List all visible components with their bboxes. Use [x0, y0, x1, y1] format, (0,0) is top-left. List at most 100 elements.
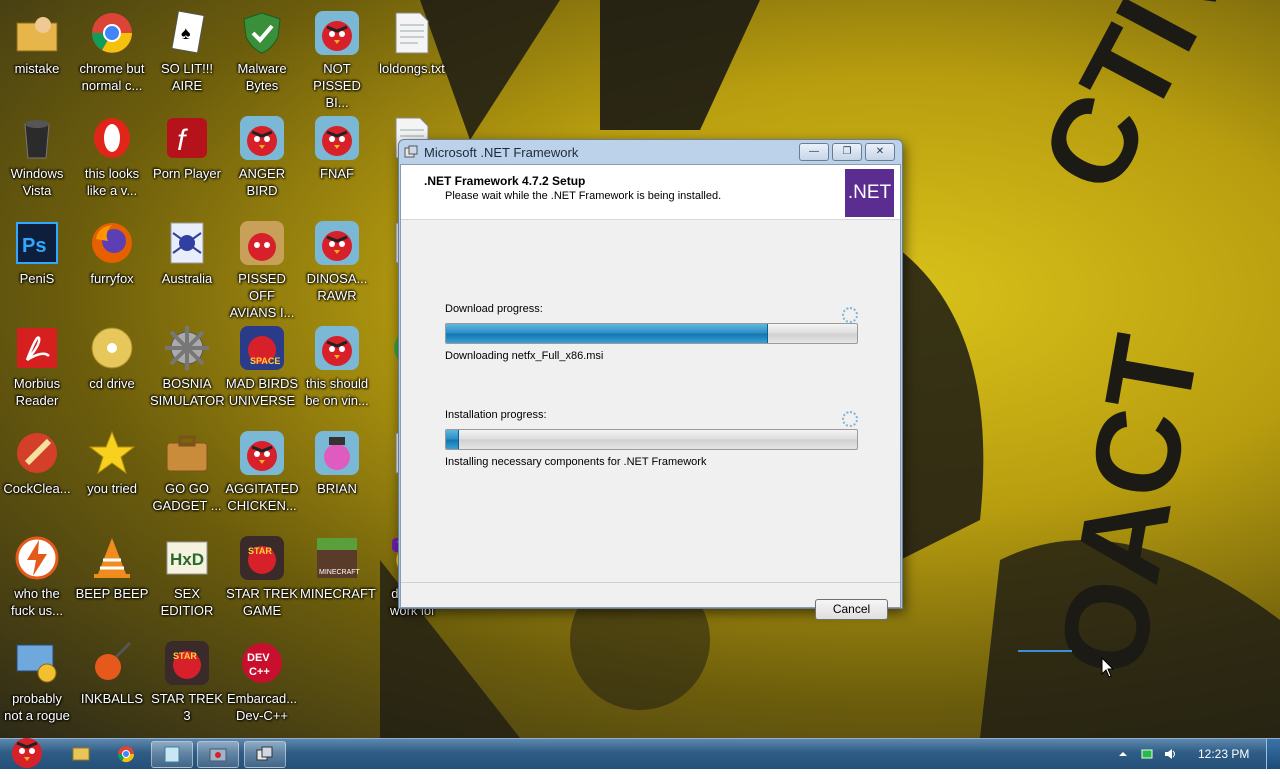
cards-icon: ♠: [163, 9, 211, 57]
desktop-icon-label: ANGER BIRD: [238, 166, 286, 198]
desktop-icon[interactable]: PISSED OFF AVIANS I...: [225, 215, 299, 321]
desktop-icon-label: AGGITATED CHICKEN...: [225, 481, 299, 513]
download-status: Downloading netfx_Full_x86.msi: [445, 350, 604, 362]
desktop-icon-label: NOT PISSED BI...: [313, 61, 361, 110]
ccleaner-icon: [13, 429, 61, 477]
desktop-icon[interactable]: INKBALLS: [75, 635, 149, 707]
desktop-icon[interactable]: GO GO GADGET ...: [150, 425, 224, 514]
recycle-bin-icon: [13, 114, 61, 162]
desktop-icon-label: Australia: [161, 271, 213, 286]
desktop-icon[interactable]: STAR STAR TREK GAME: [225, 530, 299, 619]
taskbar: 12:23 PM: [0, 738, 1280, 769]
desktop[interactable]: CTIVE OACT mistake chrome but normal c...…: [0, 0, 1280, 738]
star-icon: [88, 429, 136, 477]
angry-bird-seasons-icon: [238, 219, 286, 267]
taskbar-angry-birds[interactable]: [197, 741, 239, 768]
taskbar-notepad[interactable]: [151, 741, 193, 768]
window-client-area: .NET Framework 4.7.2 Setup Please wait w…: [400, 164, 901, 620]
window-titlebar[interactable]: Microsoft .NET Framework — ❐ ✕: [399, 140, 902, 164]
minecraft-icon: MINECRAFT: [313, 534, 361, 582]
desktop-icon[interactable]: DEV C++ Embarcad... Dev-C++: [225, 635, 299, 724]
taskbar-explorer[interactable]: [61, 741, 101, 766]
desktop-icon[interactable]: STAR STAR TREK 3: [150, 635, 224, 724]
gear-ball-icon: [163, 324, 211, 372]
desktop-icon[interactable]: you tried: [75, 425, 149, 497]
start-angry-bird-icon: [12, 738, 42, 768]
desktop-icon[interactable]: this looks like a v...: [75, 110, 149, 199]
inkball-icon: [88, 639, 136, 687]
minimize-button[interactable]: —: [799, 143, 829, 161]
desktop-icon[interactable]: FNAF: [300, 110, 374, 182]
desktop-icon[interactable]: NOT PISSED BI...: [300, 5, 374, 111]
desktop-icon-label: MINECRAFT: [300, 586, 376, 601]
desktop-icon[interactable]: BRIAN: [300, 425, 374, 497]
desktop-icon-label: chrome but normal c...: [79, 61, 145, 93]
download-spinner-icon: [842, 307, 858, 323]
install-spinner-icon: [842, 411, 858, 427]
desktop-icon[interactable]: DINOSA... RAWR: [300, 215, 374, 304]
taskbar-dotnet-setup[interactable]: [244, 741, 286, 768]
close-button[interactable]: ✕: [865, 143, 895, 161]
download-progress-bar: [445, 323, 858, 344]
svg-text:♠: ♠: [181, 23, 191, 43]
desktop-icon[interactable]: HxD SEX EDITIOR: [150, 530, 224, 619]
desktop-icon[interactable]: CockClea...: [0, 425, 74, 497]
desktop-icon[interactable]: f Porn Player: [150, 110, 224, 182]
photoshop-icon: Ps: [13, 219, 61, 267]
desktop-icon[interactable]: BEEP BEEP: [75, 530, 149, 602]
desktop-icon-label: PeniS: [19, 271, 55, 286]
desktop-icon[interactable]: this should be on vin...: [300, 320, 374, 409]
maximize-button[interactable]: ❐: [832, 143, 862, 161]
desktop-icon-label: who the fuck us...: [10, 586, 64, 618]
volume-icon[interactable]: [1163, 747, 1177, 761]
show-desktop-button[interactable]: [1266, 739, 1280, 769]
desktop-icon[interactable]: chrome but normal c...: [75, 5, 149, 94]
taskbar-clock[interactable]: 12:23 PM: [1198, 747, 1249, 761]
dotnet-setup-window[interactable]: Microsoft .NET Framework — ❐ ✕ .NET Fram…: [398, 139, 903, 620]
desktop-icon-label: CockClea...: [3, 481, 71, 496]
angry-bird-starwars-icon: STAR: [238, 534, 286, 582]
user-folder-icon: [13, 9, 61, 57]
desktop-icon[interactable]: loldongs.txt: [375, 5, 449, 77]
desktop-icon-label: mistake: [14, 61, 60, 76]
desktop-icon[interactable]: BOSNIA SIMULATOR: [150, 320, 225, 409]
angry-bird-icon: [313, 114, 361, 162]
svg-text:CTIVE: CTIVE: [1015, 0, 1280, 212]
desktop-icon-label: cd drive: [89, 376, 135, 391]
svg-text:MINECRAFT: MINECRAFT: [319, 569, 361, 576]
desktop-icon[interactable]: ♠ SO LIT!!! AIRE: [150, 5, 224, 94]
desktop-icon-label: GO GO GADGET ...: [152, 481, 222, 513]
desktop-icon[interactable]: cd drive: [75, 320, 149, 392]
desktop-icon[interactable]: Ps PeniS: [0, 215, 74, 287]
desktop-icon[interactable]: Malware Bytes: [225, 5, 299, 94]
start-button[interactable]: [4, 733, 50, 769]
desktop-icon[interactable]: ANGER BIRD: [225, 110, 299, 199]
hxd-icon: HxD: [163, 534, 211, 582]
desktop-icon[interactable]: Windows Vista: [0, 110, 74, 199]
setup-subheading: Please wait while the .NET Framework is …: [445, 190, 722, 202]
desktop-icon[interactable]: Australia: [150, 215, 224, 287]
desktop-icon[interactable]: AGGITATED CHICKEN...: [225, 425, 299, 514]
desktop-icon-label: STAR TREK 3: [151, 691, 223, 723]
desktop-icon[interactable]: MINECRAFT MINECRAFT: [300, 530, 376, 602]
desktop-icon[interactable]: furryfox: [75, 215, 149, 287]
desktop-icon-label: BOSNIA SIMULATOR: [150, 376, 225, 408]
desktop-icon[interactable]: mistake: [0, 5, 74, 77]
desktop-icon-label: probably not a rogue: [4, 691, 70, 723]
angry-bird-starwars-icon: STAR: [163, 639, 211, 687]
cancel-button[interactable]: Cancel: [815, 599, 888, 620]
show-hidden-icons-icon[interactable]: [1116, 747, 1130, 761]
desktop-icon-label: INKBALLS: [80, 691, 144, 706]
desktop-icon[interactable]: who the fuck us...: [0, 530, 74, 619]
desktop-icon[interactable]: probably not a rogue: [0, 635, 74, 724]
desktop-icon-label: this looks like a v...: [84, 166, 140, 198]
desktop-icon[interactable]: SPACE MAD BIRDS UNIVERSE: [225, 320, 299, 409]
desktop-icon[interactable]: Morbius Reader: [0, 320, 74, 409]
installation-status: Installing necessary components for .NET…: [445, 456, 707, 468]
network-icon[interactable]: [1140, 747, 1154, 761]
desktop-icon-label: Windows Vista: [10, 166, 64, 198]
devcpp-icon: DEV C++: [238, 639, 286, 687]
taskbar-chrome[interactable]: [106, 741, 146, 766]
svg-text:HxD: HxD: [170, 550, 204, 569]
installation-progress-label: Installation progress:: [445, 409, 547, 421]
